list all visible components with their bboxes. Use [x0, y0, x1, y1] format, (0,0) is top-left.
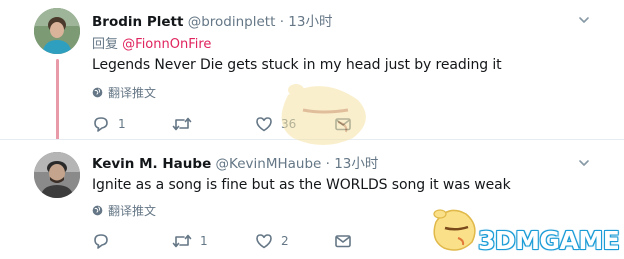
translate-label: 翻译推文 — [108, 86, 157, 100]
reply-icon — [94, 234, 108, 249]
user-name[interactable]: Brodin Plett — [92, 14, 183, 30]
reply-count: 1 — [118, 117, 126, 131]
more-options-chevron-icon[interactable] — [578, 154, 590, 166]
tweet-text: Legends Never Die gets stuck in my head … — [92, 57, 502, 73]
avatar-kevin-haube[interactable] — [34, 152, 80, 198]
retweet-icon — [172, 234, 192, 248]
retweet-icon — [172, 117, 192, 131]
tweet-time[interactable]: 13小时 — [288, 14, 332, 30]
tweet-header: Brodin Plett @brodinplett · 13小时 — [92, 10, 332, 30]
user-handle[interactable]: @brodinplett — [188, 14, 276, 30]
globe-icon — [92, 87, 103, 98]
tweet-text: Ignite as a song is fine but as the WORL… — [92, 177, 511, 193]
reply-label: 回复 — [92, 37, 119, 52]
reply-button[interactable] — [92, 231, 118, 251]
translate-tweet-link[interactable]: 翻译推文 — [92, 202, 156, 219]
like-button[interactable]: 2 — [255, 231, 289, 251]
retweet-button[interactable] — [172, 114, 200, 134]
tweet-time[interactable]: 13小时 — [334, 156, 378, 172]
envelope-icon — [335, 235, 351, 248]
separator: · — [325, 156, 330, 172]
watermark-text: 3DMGAME — [478, 226, 620, 255]
mascot-logo-icon — [433, 209, 476, 251]
tweet-header: Kevin M. Haube @KevinMHaube · 13小时 — [92, 152, 378, 172]
user-name[interactable]: Kevin M. Haube — [92, 156, 211, 172]
user-handle[interactable]: @KevinMHaube — [216, 156, 322, 172]
reply-icon — [94, 117, 108, 132]
mascot-watermark-icon — [281, 84, 366, 145]
avatar-brodin-plett[interactable] — [34, 8, 80, 54]
translate-label: 翻译推文 — [108, 204, 157, 218]
reply-button[interactable]: 1 — [92, 114, 126, 134]
direct-message-button[interactable] — [334, 231, 352, 251]
retweet-count: 1 — [200, 234, 208, 248]
globe-icon — [92, 205, 103, 216]
separator: · — [279, 14, 284, 30]
retweet-button[interactable]: 1 — [172, 231, 208, 251]
reply-mention-link[interactable]: @FionnOnFire — [122, 37, 211, 52]
heart-icon — [256, 234, 272, 249]
more-options-chevron-icon[interactable] — [578, 11, 590, 23]
translate-tweet-link[interactable]: 翻译推文 — [92, 84, 156, 101]
like-count: 2 — [281, 234, 289, 248]
reply-to-line: 回复 @FionnOnFire — [92, 33, 211, 52]
